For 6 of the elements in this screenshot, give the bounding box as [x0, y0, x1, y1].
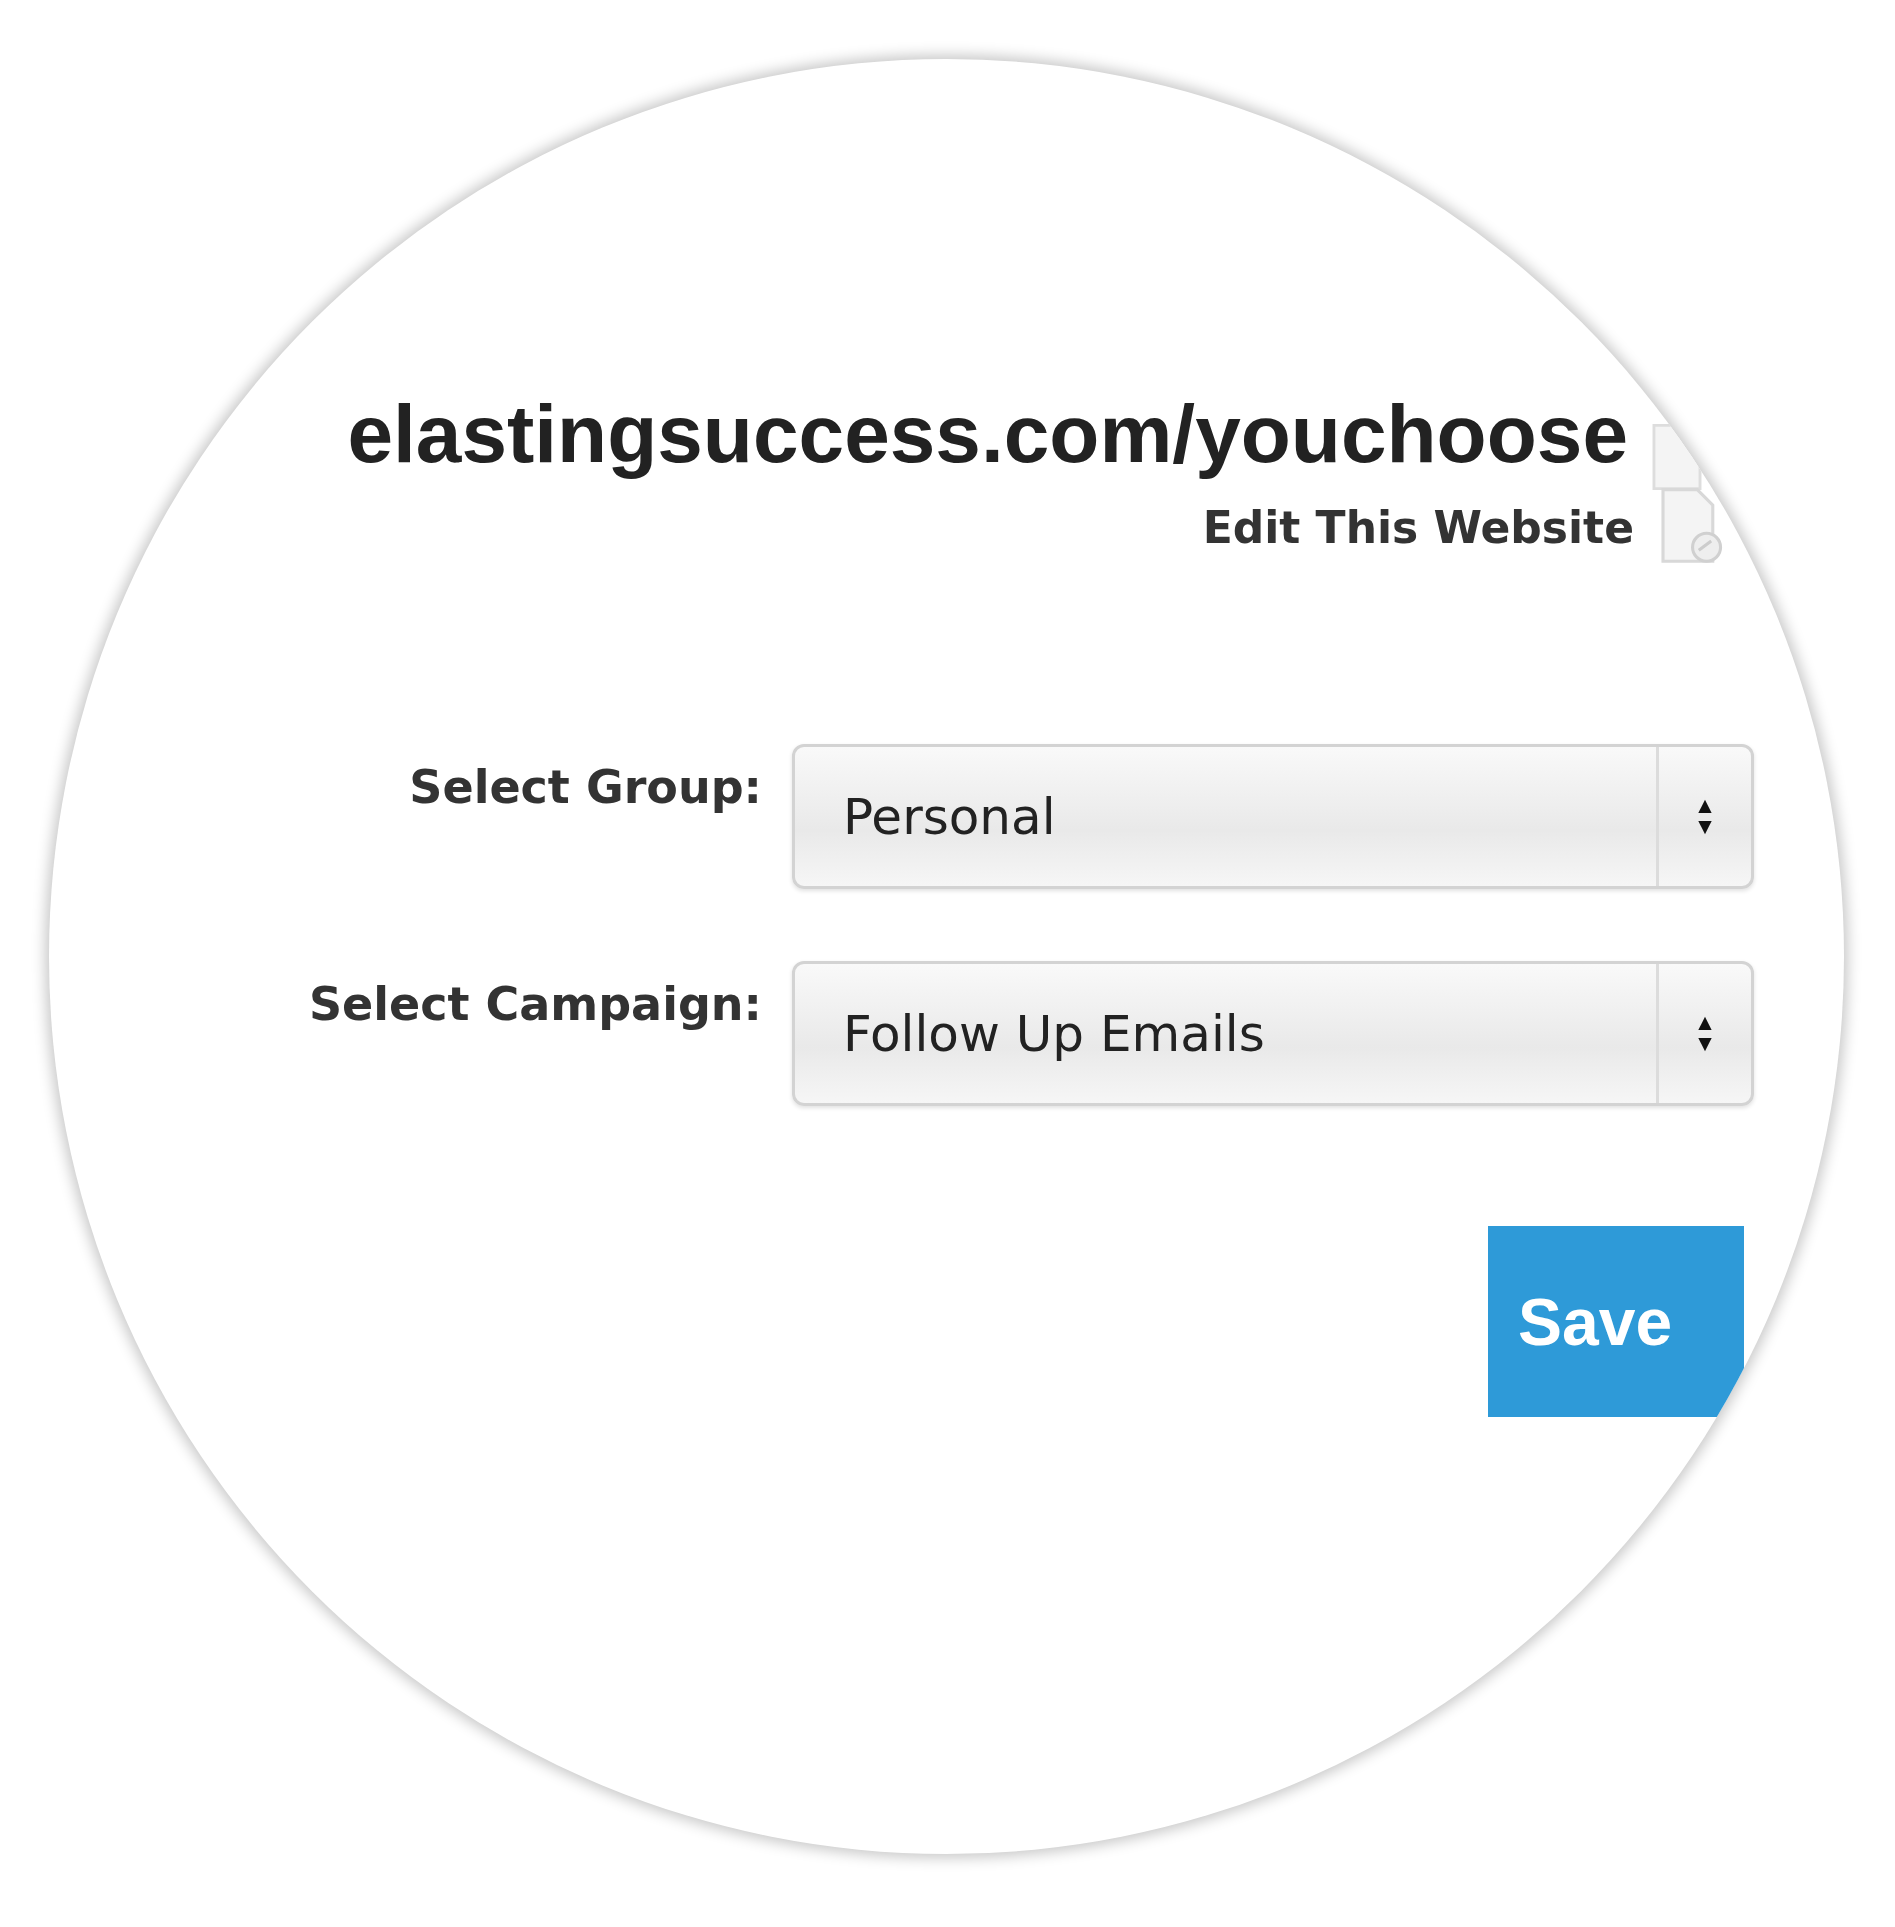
edit-website-link[interactable]: Edit This Website	[1202, 501, 1634, 553]
dropdown-select[interactable]: Follow Up Emails	[792, 961, 1754, 1107]
field-label: Select Campaign:	[308, 976, 762, 1031]
dropdown-select[interactable]: Personal	[792, 744, 1754, 890]
website-url: elastingsuccess.com/youchoose	[347, 389, 1628, 480]
field-label: Select Group:	[408, 759, 762, 814]
